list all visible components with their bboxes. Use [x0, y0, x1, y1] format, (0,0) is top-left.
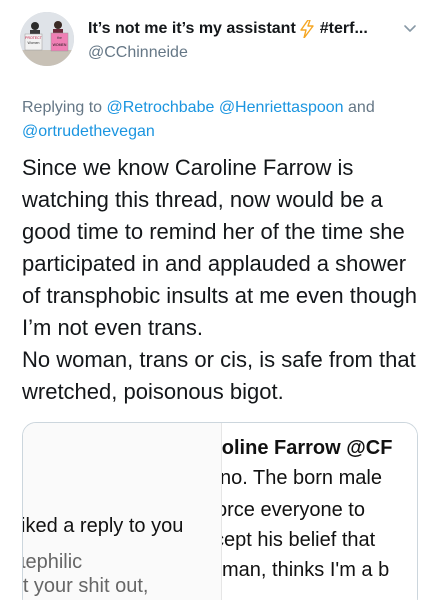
- avatar[interactable]: PROTECT Women the WOMEN: [20, 12, 74, 66]
- screenshot-text-line: ɩephilic: [23, 551, 83, 573]
- tweet-header: It’s not me it’s my assistant #terf... @…: [88, 18, 423, 62]
- replying-prefix: Replying to: [22, 99, 103, 116]
- tweet-paragraph: No woman, trans or cis, is safe from tha…: [22, 347, 416, 404]
- lightning-bolt-icon: [300, 20, 314, 38]
- attached-media[interactable]: iked a reply to you ɩephilic 't your shi…: [22, 422, 418, 600]
- avatar-sign-text-2: Women: [28, 41, 40, 45]
- tweet-paragraph: Since we know Caroline Farrow is watchin…: [22, 155, 418, 340]
- chevron-down-icon[interactable]: [403, 24, 417, 34]
- avatar-sign-text-3: the: [57, 36, 62, 40]
- avatar-sign-text-4: WOMEN: [53, 43, 67, 47]
- media-image-right[interactable]: roline Farrow @CF no. The born male orce…: [221, 423, 417, 600]
- user-handle[interactable]: @CChinneide: [88, 44, 423, 62]
- avatar-sign-text-1: PROTECT: [25, 36, 43, 40]
- mention-link[interactable]: @Retrochbabe: [107, 99, 215, 116]
- media-image-left[interactable]: iked a reply to you ɩephilic 't your shi…: [23, 423, 221, 600]
- mention-link[interactable]: @ortrudethevegan: [22, 123, 155, 140]
- replying-conjunction: and: [348, 99, 375, 116]
- mention-link[interactable]: @Henriettaspoon: [219, 99, 344, 116]
- display-name[interactable]: It’s not me it’s my assistant: [88, 20, 296, 38]
- display-name-suffix[interactable]: #terf...: [320, 20, 368, 38]
- screenshot-text-line: man, thinks I'm a b: [222, 559, 390, 581]
- name-row: It’s not me it’s my assistant #terf...: [88, 18, 423, 40]
- screenshot-text-line: roline Farrow @CF: [221, 437, 393, 459]
- screenshot-text-line: iked a reply to you: [23, 515, 184, 537]
- screenshot-text-line: no. The born male: [221, 467, 382, 489]
- tweet-text: Since we know Caroline Farrow is watchin…: [22, 152, 428, 408]
- screenshot-text-line: 't your shit out,: [23, 575, 149, 597]
- screenshot-text-line: cept his belief that: [221, 529, 376, 551]
- replying-to: Replying to @Retrochbabe @Henriettaspoon…: [22, 96, 422, 144]
- avatar-image: PROTECT Women the WOMEN: [20, 12, 74, 66]
- screenshot-text-line: orce everyone to: [221, 499, 365, 521]
